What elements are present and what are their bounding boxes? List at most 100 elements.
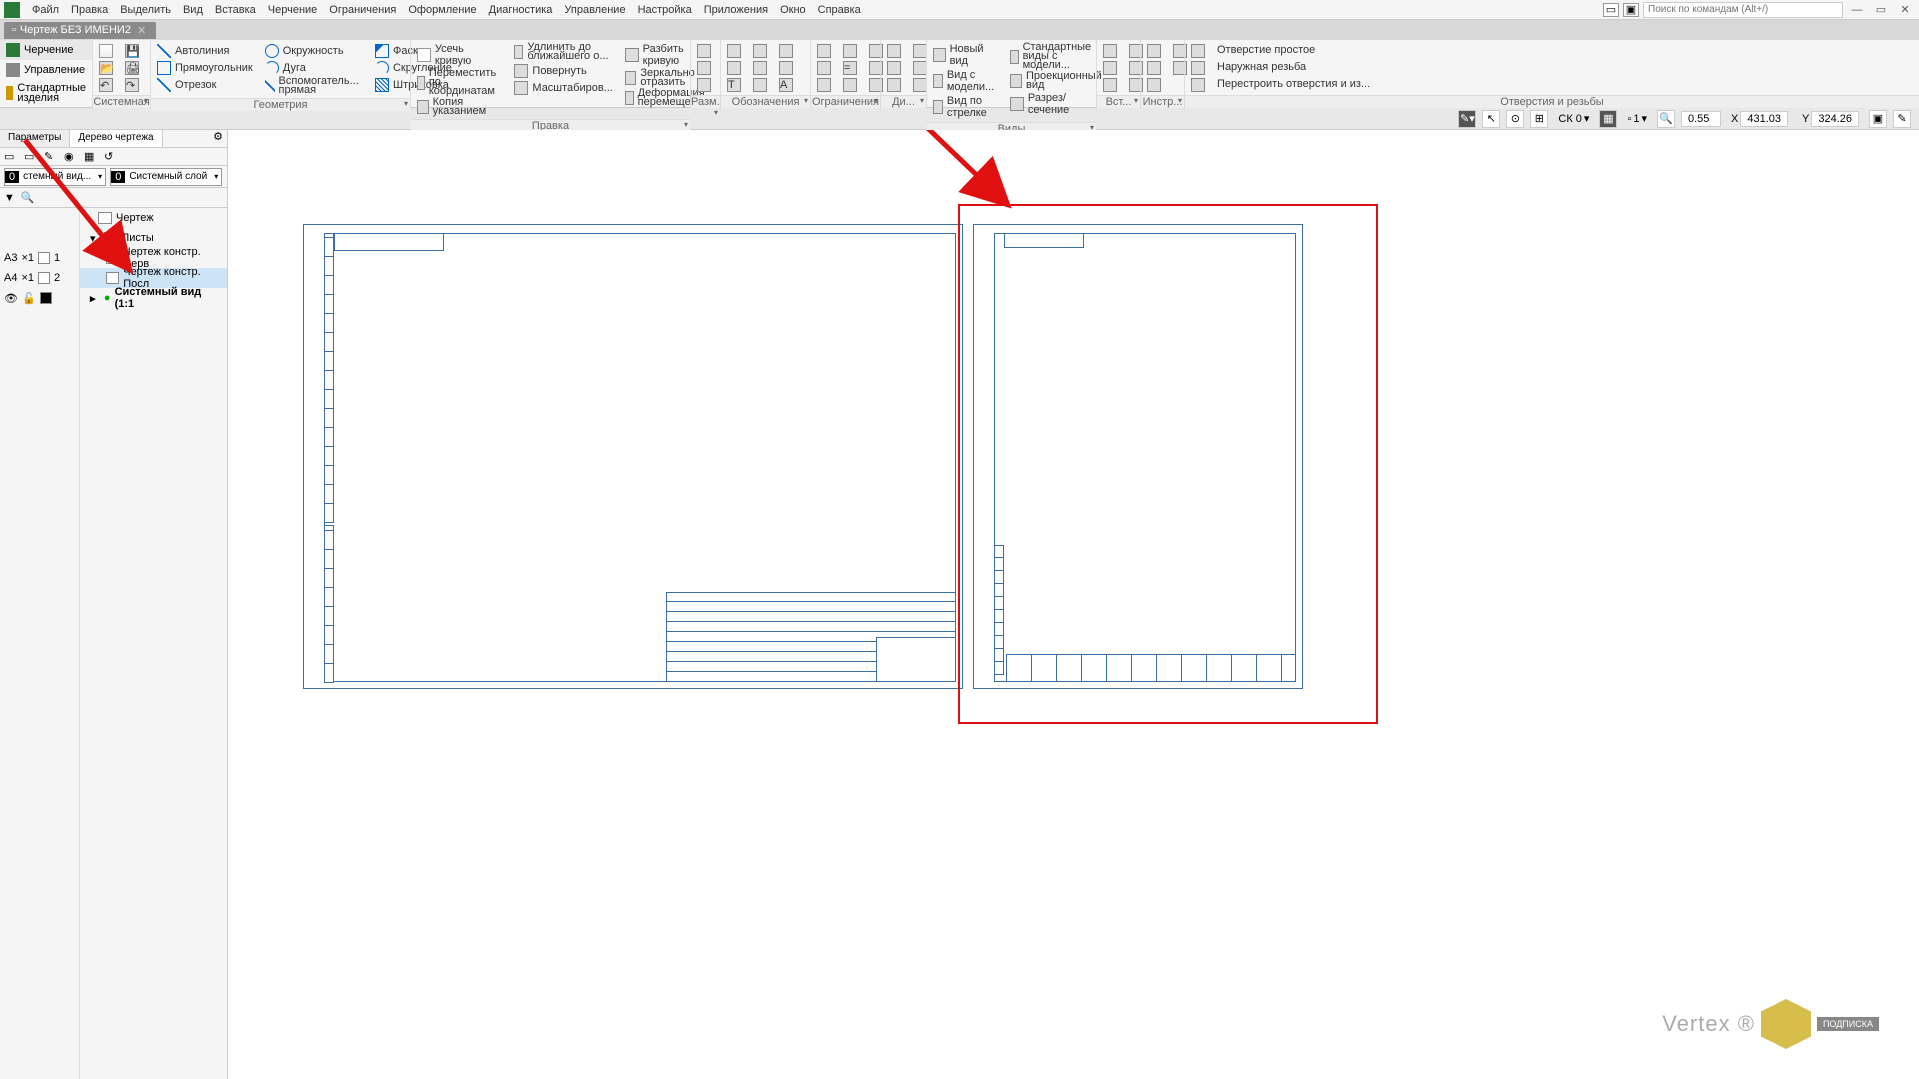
- mark-9[interactable]: A: [775, 76, 797, 93]
- constr-5[interactable]: =: [839, 59, 861, 76]
- dim-btn3[interactable]: [693, 76, 715, 93]
- menu-settings[interactable]: Настройка: [632, 2, 698, 18]
- arrow-view-button[interactable]: Вид по стрелке: [929, 94, 1002, 120]
- mark-6[interactable]: [749, 76, 771, 93]
- mode-drawing[interactable]: Черчение: [0, 40, 92, 60]
- constr-6[interactable]: [839, 76, 861, 93]
- extend-button[interactable]: Удлинить до ближайшего о...: [510, 42, 616, 62]
- panel-icon[interactable]: ▣: [1623, 3, 1639, 17]
- undo-button[interactable]: ↶: [95, 76, 117, 93]
- trim-button[interactable]: Усечь кривую: [413, 42, 506, 68]
- hole-3[interactable]: [1187, 76, 1209, 93]
- mode-std[interactable]: Стандартные изделия: [0, 80, 92, 106]
- scale-button[interactable]: Масштабиров...: [510, 79, 616, 96]
- circle-button[interactable]: Окружность: [261, 42, 367, 59]
- document-tab[interactable]: ▫ Чертеж БЕЗ ИМЕНИ2 ✕: [4, 22, 156, 39]
- zoom-value[interactable]: 0.55: [1681, 111, 1721, 127]
- constr-2[interactable]: [813, 59, 835, 76]
- save-button[interactable]: 💾: [121, 42, 143, 59]
- ins-2[interactable]: [1099, 59, 1121, 76]
- thread-button[interactable]: Наружная резьба: [1213, 59, 1374, 76]
- tool-1[interactable]: [1143, 42, 1165, 59]
- tool-3[interactable]: [1143, 76, 1165, 93]
- model-view-button[interactable]: Вид с модели...: [929, 68, 1002, 94]
- menu-constraints[interactable]: Ограничения: [323, 2, 402, 18]
- mark-2[interactable]: [723, 59, 745, 76]
- menu-select[interactable]: Выделить: [114, 2, 177, 18]
- menu-manage[interactable]: Управление: [558, 2, 631, 18]
- menu-drawing[interactable]: Черчение: [262, 2, 324, 18]
- sb-end2-icon[interactable]: ✎: [1893, 110, 1911, 128]
- section-button[interactable]: Разрез/сечение: [1006, 91, 1108, 117]
- diag-2[interactable]: [883, 59, 905, 76]
- filter-icon[interactable]: ▼: [4, 192, 15, 204]
- dim-btn1[interactable]: [693, 42, 715, 59]
- group-diag-label: Ди...▾: [881, 95, 926, 108]
- print-button[interactable]: 🖨: [121, 59, 143, 76]
- constr-1[interactable]: [813, 42, 835, 59]
- cs-dropdown[interactable]: СК 0 ▾: [1554, 112, 1593, 125]
- mark-3[interactable]: T: [723, 76, 745, 93]
- menu-view[interactable]: Вид: [177, 2, 209, 18]
- mode-manage[interactable]: Управление: [0, 60, 92, 80]
- ins-3[interactable]: [1099, 76, 1121, 93]
- autoline-button[interactable]: Автолиния: [153, 42, 257, 59]
- menu-help[interactable]: Справка: [812, 2, 867, 18]
- close-button[interactable]: ✕: [1895, 2, 1915, 18]
- redo-button[interactable]: ↷: [121, 76, 143, 93]
- sheet-dropdown[interactable]: ▫ 1 ▾: [1623, 112, 1651, 125]
- dim-btn2[interactable]: [693, 59, 715, 76]
- layout-icon[interactable]: ▭: [1603, 3, 1619, 17]
- sb-pen-icon[interactable]: ✎▾: [1458, 110, 1476, 128]
- constr-4[interactable]: [839, 42, 861, 59]
- segment-button[interactable]: Отрезок: [153, 76, 257, 93]
- mark-7[interactable]: [775, 42, 797, 59]
- auxline-button[interactable]: Вспомогатель... прямая: [261, 76, 367, 96]
- menu-edit[interactable]: Правка: [65, 2, 114, 18]
- drawing-canvas[interactable]: Vertex ® ПОДПИСКА: [228, 130, 1919, 1079]
- minimize-button[interactable]: —: [1847, 2, 1867, 18]
- menu-insert[interactable]: Вставка: [209, 2, 262, 18]
- gear-icon[interactable]: ⚙: [209, 130, 227, 147]
- sb-layer-icon[interactable]: ▦: [1599, 110, 1617, 128]
- move-coord-button[interactable]: Переместить по координатам: [413, 68, 506, 97]
- new-view-button[interactable]: Новый вид: [929, 42, 1002, 68]
- rotate-button[interactable]: Повернуть: [510, 62, 616, 79]
- mark-1[interactable]: [723, 42, 745, 59]
- menu-diag[interactable]: Диагностика: [483, 2, 559, 18]
- hole-2[interactable]: [1187, 59, 1209, 76]
- mark-4[interactable]: [749, 42, 771, 59]
- maximize-button[interactable]: ▭: [1871, 2, 1891, 18]
- sb-osnap-icon[interactable]: ⊙: [1506, 110, 1524, 128]
- sb-grid-icon[interactable]: ⊞: [1530, 110, 1548, 128]
- diag-3[interactable]: [883, 76, 905, 93]
- sb-end1-icon[interactable]: ▣: [1869, 110, 1887, 128]
- constr-3[interactable]: [813, 76, 835, 93]
- proj-view-button[interactable]: Проекционный вид: [1006, 71, 1108, 91]
- tab-close-icon[interactable]: ✕: [135, 24, 148, 37]
- ins-1[interactable]: [1099, 42, 1121, 59]
- zoom-icon[interactable]: 🔍: [1657, 110, 1675, 128]
- tool-2[interactable]: [1143, 59, 1165, 76]
- rebuild-button[interactable]: Перестроить отверстия и из...: [1213, 76, 1374, 93]
- copy-button[interactable]: Копия указанием: [413, 97, 506, 117]
- rect-button[interactable]: Прямоугольник: [153, 59, 257, 76]
- mark-8[interactable]: [775, 59, 797, 76]
- mark-5[interactable]: [749, 59, 771, 76]
- command-search-input[interactable]: [1643, 2, 1843, 18]
- eye-icon[interactable]: 👁: [4, 292, 18, 305]
- std-views-button[interactable]: Стандартные виды с модели...: [1006, 42, 1108, 71]
- hole-1[interactable]: [1187, 42, 1209, 59]
- sb-cursor-icon[interactable]: ↖: [1482, 110, 1500, 128]
- menu-apps[interactable]: Приложения: [698, 2, 774, 18]
- chk3[interactable]: [40, 292, 52, 304]
- open-button[interactable]: 📂: [95, 59, 117, 76]
- simple-hole-button[interactable]: Отверстие простое: [1213, 42, 1374, 59]
- menu-design[interactable]: Оформление: [402, 2, 482, 18]
- menu-file[interactable]: Файл: [26, 2, 65, 18]
- menu-window[interactable]: Окно: [774, 2, 812, 18]
- new-doc-button[interactable]: [95, 42, 117, 59]
- arc-button[interactable]: Дуга: [261, 59, 367, 76]
- diag-1[interactable]: [883, 42, 905, 59]
- lock-icon[interactable]: 🔓: [22, 292, 36, 305]
